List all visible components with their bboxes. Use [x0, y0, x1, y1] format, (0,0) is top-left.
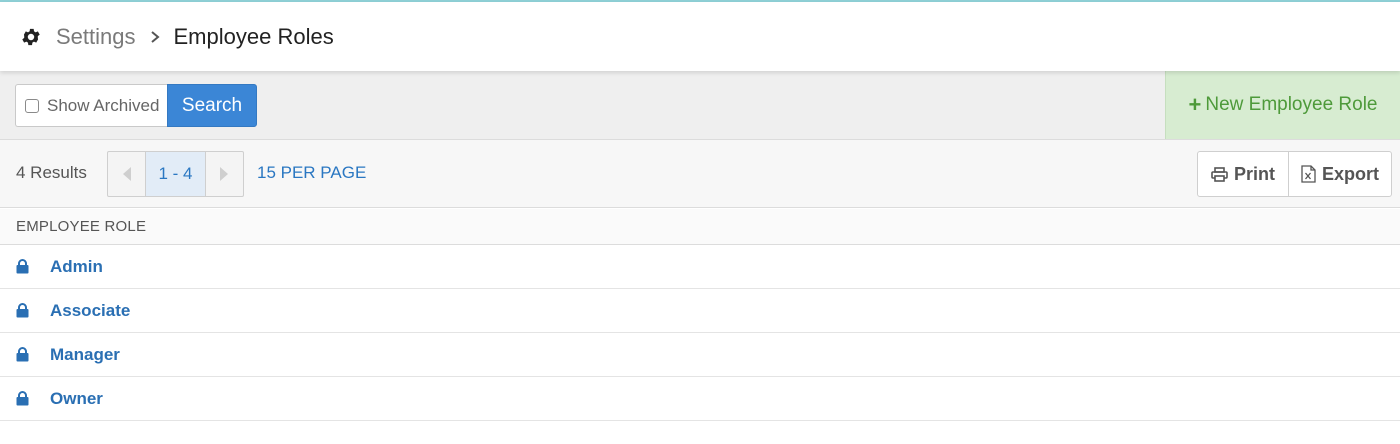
- employee-role-list: Admin Associate Manager Owner: [0, 245, 1400, 421]
- export-button[interactable]: Export: [1289, 152, 1391, 196]
- excel-file-icon: [1301, 165, 1316, 183]
- column-header-employee-role[interactable]: EMPLOYEE ROLE: [0, 209, 1400, 245]
- table-row[interactable]: Owner: [0, 377, 1400, 421]
- print-button[interactable]: Print: [1198, 152, 1289, 196]
- role-name-link[interactable]: Associate: [50, 301, 130, 321]
- role-name-link[interactable]: Manager: [50, 345, 120, 365]
- show-archived-label: Show Archived: [47, 95, 160, 115]
- results-bar: 4 Results 1 - 4 15 PER PAGE Print Export: [0, 140, 1400, 208]
- search-button[interactable]: Search: [167, 84, 257, 127]
- role-name-link[interactable]: Owner: [50, 389, 103, 409]
- caret-left-icon: [122, 167, 131, 181]
- table-row[interactable]: Admin: [0, 245, 1400, 289]
- new-employee-role-button[interactable]: + New Employee Role: [1165, 71, 1400, 139]
- table-row[interactable]: Manager: [0, 333, 1400, 377]
- previous-page-button[interactable]: [108, 152, 145, 196]
- export-label: Export: [1321, 163, 1379, 184]
- show-archived-toggle[interactable]: Show Archived: [15, 84, 168, 127]
- printer-icon: [1211, 166, 1228, 182]
- chevron-right-icon: [144, 26, 166, 48]
- plus-icon: +: [1188, 92, 1202, 117]
- new-employee-role-label: New Employee Role: [1205, 94, 1378, 115]
- breadcrumb-settings-link[interactable]: Settings: [56, 24, 136, 50]
- lock-icon: [16, 302, 30, 319]
- show-archived-checkbox[interactable]: [25, 98, 39, 113]
- lock-icon: [16, 258, 30, 275]
- print-export-group: Print Export: [1197, 151, 1392, 197]
- table-row[interactable]: Associate: [0, 289, 1400, 333]
- gear-icon[interactable]: [20, 26, 42, 48]
- caret-right-icon: [220, 167, 229, 181]
- role-name-link[interactable]: Admin: [50, 257, 103, 277]
- filter-toolbar: Show Archived Search + New Employee Role: [0, 71, 1400, 140]
- page-title: Employee Roles: [173, 23, 334, 49]
- pagination: 1 - 4: [107, 151, 244, 197]
- page-header: Settings Employee Roles: [0, 2, 1400, 71]
- print-label: Print: [1233, 163, 1275, 184]
- results-count: 4 Results: [16, 163, 87, 182]
- per-page-selector[interactable]: 15 PER PAGE: [257, 163, 366, 183]
- lock-icon: [16, 390, 30, 407]
- lock-icon: [16, 346, 30, 363]
- current-page-range[interactable]: 1 - 4: [145, 152, 206, 196]
- next-page-button[interactable]: [206, 152, 243, 196]
